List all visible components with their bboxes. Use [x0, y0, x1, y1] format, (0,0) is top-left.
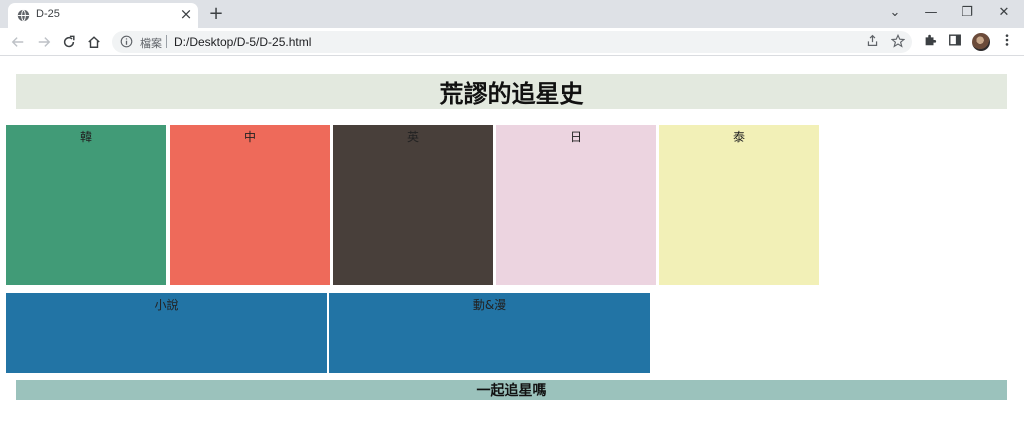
- reload-icon: [63, 35, 75, 48]
- page-viewport: 荒謬的追星史 韓 中 英 日 泰 小說 動&漫 一起追星嗎: [0, 57, 1024, 444]
- tab-search-icon[interactable]: ⌄: [885, 3, 905, 23]
- star-icon[interactable]: [890, 33, 906, 50]
- category-box-label: 小說: [154, 298, 179, 312]
- category-box-label: 動&漫: [472, 298, 507, 312]
- lang-box-label: 英: [406, 130, 419, 144]
- minimize-button[interactable]: —: [921, 3, 941, 23]
- browser-tab[interactable]: D-25 ×: [8, 3, 198, 28]
- close-window-button[interactable]: ✕: [994, 3, 1014, 23]
- lang-box-thai: 泰: [659, 125, 819, 285]
- lang-box-label: 韓: [79, 130, 92, 144]
- profile-avatar[interactable]: [972, 33, 990, 51]
- page-footer: 一起追星嗎: [16, 380, 1007, 400]
- lang-box-japanese: 日: [496, 125, 656, 285]
- lang-box-korean: 韓: [6, 125, 166, 285]
- page-title: 荒謬的追星史: [439, 80, 584, 108]
- lang-box-label: 中: [243, 130, 256, 144]
- new-tab-button[interactable]: +: [206, 4, 226, 24]
- footer-text: 一起追星嗎: [476, 383, 547, 399]
- globe-icon: [17, 9, 30, 22]
- category-box-anime-comic: 動&漫: [329, 293, 650, 373]
- security-label: 檔案: [140, 37, 162, 50]
- url-text[interactable]: D:/Desktop/D-5/D-25.html: [174, 35, 311, 49]
- page-header: 荒謬的追星史: [16, 74, 1007, 109]
- tab-close-icon[interactable]: ×: [178, 6, 194, 22]
- lang-box-chinese: 中: [170, 125, 330, 285]
- arrow-right-icon: [38, 37, 51, 47]
- browser-toolbar: 檔案 D:/Desktop/D-5/D-25.html: [0, 28, 1024, 56]
- omnibox-separator: [166, 35, 167, 48]
- arrow-left-icon: [11, 37, 24, 47]
- reload-button[interactable]: [59, 32, 79, 52]
- forward-button[interactable]: [34, 32, 54, 52]
- tab-title: D-25: [36, 8, 60, 20]
- home-icon: [88, 36, 100, 48]
- back-button[interactable]: [8, 32, 28, 52]
- puzzle-icon[interactable]: [921, 33, 939, 51]
- address-bar[interactable]: 檔案 D:/Desktop/D-5/D-25.html: [112, 31, 912, 53]
- tab-strip: D-25 × + ⌄ — ❐ ✕: [0, 0, 1024, 28]
- kebab-menu-icon[interactable]: [998, 33, 1016, 51]
- lang-box-english: 英: [333, 125, 493, 285]
- category-box-novel: 小說: [6, 293, 327, 373]
- lang-box-label: 泰: [732, 130, 745, 144]
- restore-button[interactable]: ❐: [957, 3, 977, 23]
- side-panel-icon[interactable]: [946, 33, 964, 51]
- info-icon[interactable]: [120, 35, 133, 48]
- home-button[interactable]: [84, 32, 104, 52]
- lang-box-label: 日: [569, 130, 582, 144]
- share-icon[interactable]: [864, 34, 880, 50]
